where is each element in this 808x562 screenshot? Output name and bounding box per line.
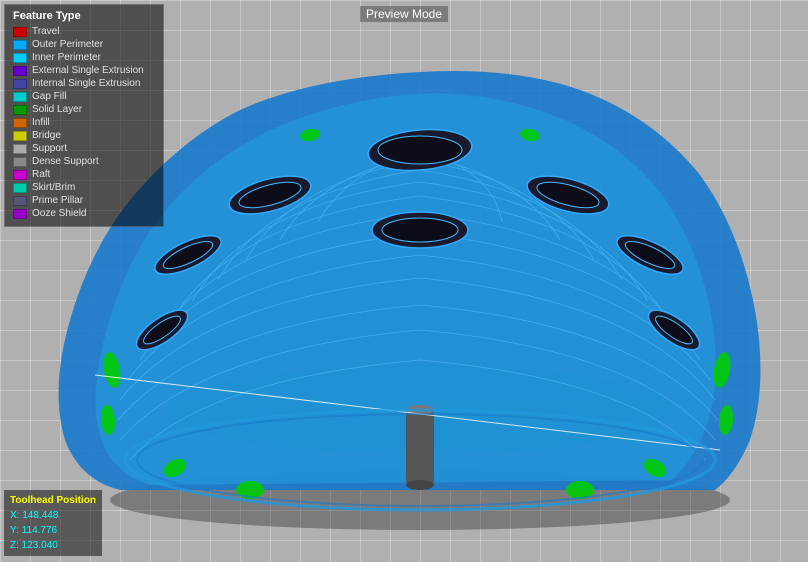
legend-item: Support bbox=[13, 143, 155, 154]
legend-swatch bbox=[13, 92, 27, 102]
legend-item-label: Skirt/Brim bbox=[32, 182, 75, 193]
legend-title: Feature Type bbox=[13, 10, 155, 22]
legend-items: Travel Outer Perimeter Inner Perimeter Exte… bbox=[13, 26, 155, 219]
legend-swatch bbox=[13, 131, 27, 141]
legend-item: Skirt/Brim bbox=[13, 182, 155, 193]
legend-swatch bbox=[13, 66, 27, 76]
legend-swatch bbox=[13, 157, 27, 167]
legend-item-label: Bridge bbox=[32, 130, 61, 141]
toolhead-x-label: X: bbox=[10, 510, 19, 521]
toolhead-z: Z: 123.040 bbox=[10, 538, 96, 553]
legend-swatch bbox=[13, 27, 27, 37]
toolhead-z-value: 123.040 bbox=[22, 540, 58, 551]
legend-item-label: External Single Extrusion bbox=[32, 65, 144, 76]
legend-item-label: Dense Support bbox=[32, 156, 99, 167]
legend-swatch bbox=[13, 170, 27, 180]
legend-item: External Single Extrusion bbox=[13, 65, 155, 76]
legend-item-label: Inner Perimeter bbox=[32, 52, 101, 63]
legend-panel: Feature Type Travel Outer Perimeter Inner … bbox=[4, 4, 164, 227]
preview-mode-label: Preview Mode bbox=[360, 6, 448, 22]
legend-item: Raft bbox=[13, 169, 155, 180]
legend-swatch bbox=[13, 209, 27, 219]
legend-swatch bbox=[13, 144, 27, 154]
toolhead-x-value: 148.448 bbox=[22, 510, 58, 521]
legend-item-label: Prime Pillar bbox=[32, 195, 83, 206]
viewport: Feature Type Travel Outer Perimeter Inner … bbox=[0, 0, 808, 562]
legend-item-label: Solid Layer bbox=[32, 104, 82, 115]
legend-item-label: Ooze Shield bbox=[32, 208, 86, 219]
legend-item-label: Infill bbox=[32, 117, 50, 128]
legend-item-label: Travel bbox=[32, 26, 59, 37]
legend-item-label: Raft bbox=[32, 169, 50, 180]
legend-swatch bbox=[13, 196, 27, 206]
toolhead-z-label: Z: bbox=[10, 540, 19, 551]
legend-swatch bbox=[13, 118, 27, 128]
legend-item: Outer Perimeter bbox=[13, 39, 155, 50]
legend-item: Prime Pillar bbox=[13, 195, 155, 206]
legend-swatch bbox=[13, 183, 27, 193]
toolhead-title: Toolhead Position bbox=[10, 493, 96, 508]
legend-item-label: Gap Fill bbox=[32, 91, 66, 102]
legend-swatch bbox=[13, 53, 27, 63]
legend-item: Solid Layer bbox=[13, 104, 155, 115]
legend-swatch bbox=[13, 40, 27, 50]
toolhead-x: X: 148.448 bbox=[10, 508, 96, 523]
legend-item: Bridge bbox=[13, 130, 155, 141]
legend-item: Ooze Shield bbox=[13, 208, 155, 219]
legend-item: Internal Single Extrusion bbox=[13, 78, 155, 89]
legend-item: Gap Fill bbox=[13, 91, 155, 102]
legend-swatch bbox=[13, 105, 27, 115]
legend-item: Infill bbox=[13, 117, 155, 128]
toolhead-y-value: 114.776 bbox=[22, 525, 57, 536]
legend-item: Travel bbox=[13, 26, 155, 37]
toolhead-position: Toolhead Position X: 148.448 Y: 114.776 … bbox=[4, 490, 102, 556]
legend-item-label: Outer Perimeter bbox=[32, 39, 103, 50]
legend-item-label: Internal Single Extrusion bbox=[32, 78, 140, 89]
legend-item-label: Support bbox=[32, 143, 67, 154]
legend-swatch bbox=[13, 79, 27, 89]
toolhead-y-label: Y: bbox=[10, 525, 19, 536]
legend-item: Inner Perimeter bbox=[13, 52, 155, 63]
legend-item: Dense Support bbox=[13, 156, 155, 167]
toolhead-y: Y: 114.776 bbox=[10, 523, 96, 538]
